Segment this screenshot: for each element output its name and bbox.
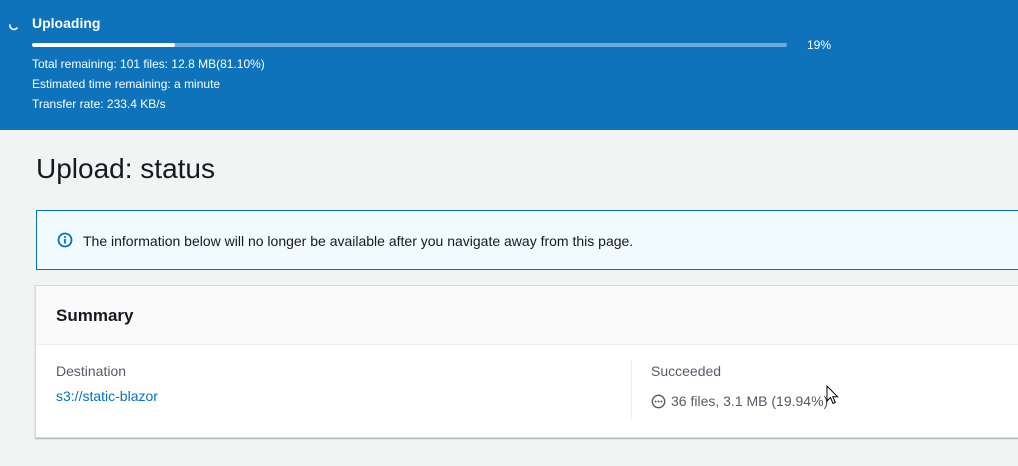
info-alert-text: The information below will no longer be … — [83, 233, 634, 249]
destination-link[interactable]: s3://static-blazor — [56, 387, 158, 405]
spinner-icon — [9, 24, 18, 31]
column-divider — [631, 361, 632, 419]
succeeded-label: Succeeded — [651, 363, 722, 379]
info-alert: The information below will no longer be … — [36, 210, 1018, 270]
destination-label: Destination — [56, 363, 127, 379]
banner-title: Uploading — [32, 15, 101, 31]
total-remaining-text: Total remaining: 101 files: 12.8 MB(81.1… — [32, 57, 265, 71]
mouse-cursor-icon — [826, 385, 839, 405]
upload-progress-bar — [32, 43, 787, 47]
upload-progress-banner: Uploading 19% Total remaining: 101 files… — [0, 0, 1018, 130]
upload-progress-fill — [32, 43, 176, 47]
succeeded-value: 36 files, 3.1 MB (19.94%) — [651, 392, 828, 410]
progress-percent-label: 19% — [807, 38, 832, 52]
transfer-rate-text: Transfer rate: 233.4 KB/s — [32, 97, 166, 111]
summary-panel: Summary Destination s3://static-blazor S… — [35, 285, 1018, 438]
succeeded-value-text: 36 files, 3.1 MB (19.94%) — [671, 393, 829, 409]
summary-header: Summary — [36, 286, 1018, 345]
info-icon — [57, 232, 73, 248]
estimated-time-text: Estimated time remaining: a minute — [32, 77, 221, 91]
summary-title: Summary — [56, 306, 134, 325]
page-title: Upload: status — [36, 153, 215, 184]
in-progress-dots-icon — [651, 394, 666, 408]
